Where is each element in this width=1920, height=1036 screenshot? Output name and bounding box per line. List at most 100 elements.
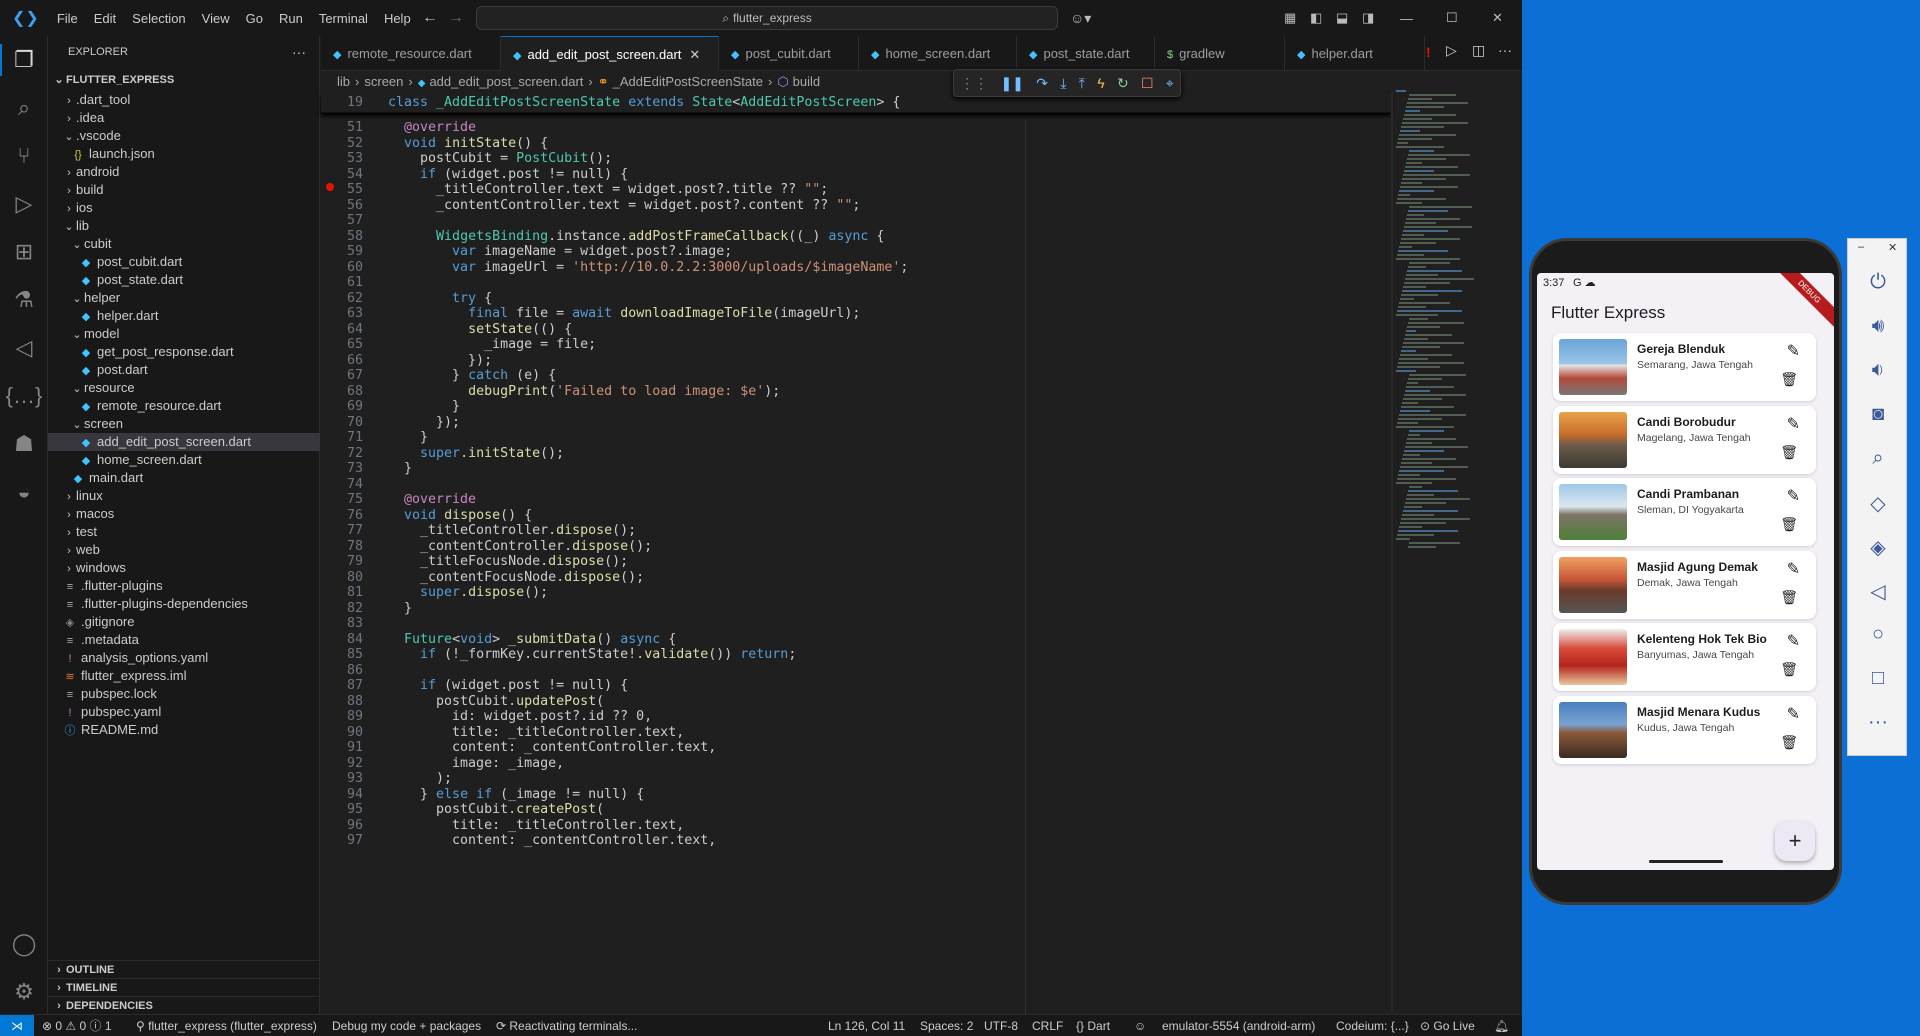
menu-help[interactable]: Help <box>376 11 419 26</box>
post-card[interactable]: Kelenteng Hok Tek Bio Banyumas, Jawa Teng… <box>1553 623 1816 692</box>
tree-item-add-edit-post-screen-dart[interactable]: ◆ add_edit_post_screen.dart <box>48 433 320 451</box>
code-line[interactable]: _contentFocusNode.dispose(); <box>388 570 644 586</box>
code-line[interactable]: }); <box>388 353 492 369</box>
home-gesture-bar[interactable] <box>1649 860 1723 863</box>
extensions-icon[interactable]: ⊞ <box>8 236 40 268</box>
overview-nav-icon[interactable]: □ <box>1848 667 1908 690</box>
eol-status[interactable]: CRLF <box>1032 1015 1063 1036</box>
docker-icon[interactable]: ◒ <box>8 476 40 508</box>
android-icon[interactable]: ☗ <box>8 428 40 460</box>
tree-item-launch-json[interactable]: {} launch.json <box>48 145 320 163</box>
tree-item-model[interactable]: ⌄ model <box>48 325 320 343</box>
code-line[interactable]: _contentController.text = widget.post?.c… <box>388 198 860 214</box>
breadcrumb-item[interactable]: _AddEditPostScreenState <box>613 74 763 89</box>
debug-mode-status[interactable]: Debug my code + packages <box>332 1015 481 1036</box>
explorer-root[interactable]: ⌄ FLUTTER_EXPRESS <box>48 69 320 91</box>
tree-item--vscode[interactable]: ⌄ .vscode <box>48 127 320 145</box>
tree-item--idea[interactable]: › .idea <box>48 109 320 127</box>
step-out-icon[interactable]: ⤒ <box>1079 75 1085 92</box>
back-icon[interactable]: ← <box>422 9 438 27</box>
tree-item-macos[interactable]: › macos <box>48 505 320 523</box>
menu-edit[interactable]: Edit <box>86 11 124 26</box>
restart-icon[interactable]: ↻ <box>1117 75 1129 92</box>
code-line[interactable]: setState(() { <box>388 322 572 338</box>
code-line[interactable]: _titleController.text = widget.post?.tit… <box>388 182 828 198</box>
breadcrumb-item[interactable]: add_edit_post_screen.dart <box>429 74 583 89</box>
menu-go[interactable]: Go <box>238 11 271 26</box>
menu-file[interactable]: File <box>49 11 86 26</box>
code-line[interactable]: try { <box>388 291 492 307</box>
explorer-icon[interactable]: ❐ <box>0 44 40 76</box>
source-control-icon[interactable]: ⑂ <box>8 140 40 172</box>
breadcrumb-item[interactable]: build <box>793 74 820 89</box>
code-line[interactable]: void dispose() { <box>388 508 532 524</box>
pause-icon[interactable]: ❚❚ <box>1000 75 1023 92</box>
code-line[interactable]: super.initState(); <box>388 446 564 462</box>
edit-icon[interactable]: ✎ <box>1787 414 1800 434</box>
code-line[interactable]: content: _contentController.text, <box>388 833 716 849</box>
language-status[interactable]: {} Dart <box>1076 1015 1110 1036</box>
more-options-icon[interactable]: ··· <box>1848 711 1908 734</box>
tree-item-screen[interactable]: ⌄ screen <box>48 415 320 433</box>
code-line[interactable]: } <box>388 601 412 617</box>
code-line[interactable]: WidgetsBinding.instance.addPostFrameCall… <box>388 229 884 245</box>
code-line[interactable]: _image = file; <box>388 337 596 353</box>
tree-item-home-screen-dart[interactable]: ◆ home_screen.dart <box>48 451 320 469</box>
toggle-secondary-sidebar-icon[interactable]: ◨ <box>1362 10 1374 26</box>
problems-status[interactable]: ⊗ 0 ⚠ 0 ⓘ 1 <box>42 1015 112 1036</box>
codeium-status[interactable]: Codeium: {...} <box>1336 1015 1409 1036</box>
code-editor[interactable]: 51 @override 52 void initState() {53 post… <box>321 120 1391 1016</box>
section-dependencies[interactable]: › DEPENDENCIES <box>48 996 320 1014</box>
edit-icon[interactable]: ✎ <box>1787 704 1800 724</box>
menu-terminal[interactable]: Terminal <box>311 11 376 26</box>
testing-icon[interactable]: ⚗ <box>8 284 40 316</box>
maximize-icon[interactable]: ☐ <box>1446 10 1458 26</box>
code-line[interactable]: final file = await downloadImageToFile(i… <box>388 306 860 322</box>
tab-add-edit-post-screen-dart[interactable]: ◆ add_edit_post_screen.dart ✕ <box>501 36 719 71</box>
delete-icon[interactable]: 🗑︎ <box>1780 589 1798 606</box>
edit-icon[interactable]: ✎ <box>1787 559 1800 579</box>
delete-icon[interactable]: 🗑︎ <box>1780 661 1798 678</box>
code-line[interactable]: if (widget.post != null) { <box>388 678 628 694</box>
tree-item-helper[interactable]: ⌄ helper <box>48 289 320 307</box>
hot-reload-icon[interactable]: ϟ <box>1097 75 1104 91</box>
code-line[interactable]: postCubit = PostCubit(); <box>388 151 612 167</box>
remote-icon[interactable]: ⋊ <box>0 1015 34 1036</box>
tree-item-post-cubit-dart[interactable]: ◆ post_cubit.dart <box>48 253 320 271</box>
edit-icon[interactable]: ✎ <box>1787 341 1800 361</box>
code-line[interactable]: var imageName = widget.post?.image; <box>388 244 732 260</box>
camera-icon[interactable]: ◙ <box>1848 403 1908 426</box>
tree-item-cubit[interactable]: ⌄ cubit <box>48 235 320 253</box>
code-line[interactable]: postCubit.updatePost( <box>388 694 604 710</box>
code-line[interactable]: @override <box>388 120 476 136</box>
step-into-icon[interactable]: ⤓ <box>1060 75 1066 92</box>
power-icon[interactable]: ⏻ <box>1848 271 1908 294</box>
emulator-close-icon[interactable]: ✕ <box>1888 241 1897 254</box>
tab-post-state-dart[interactable]: ◆ post_state.dart <box>1017 36 1155 71</box>
flutter-icon[interactable]: ◁ <box>8 332 40 364</box>
tree-item-post-dart[interactable]: ◆ post.dart <box>48 361 320 379</box>
minimap[interactable] <box>1394 90 1484 560</box>
tree-item-lib[interactable]: ⌄ lib <box>48 217 320 235</box>
toggle-primary-sidebar-icon[interactable]: ◧ <box>1310 10 1322 26</box>
settings-gear-icon[interactable]: ⚙ <box>8 976 40 1008</box>
tree-item--metadata[interactable]: ≡ .metadata <box>48 631 320 649</box>
copilot-icon[interactable]: ☺▾ <box>1070 10 1091 27</box>
explorer-more-icon[interactable]: ··· <box>292 44 306 60</box>
emulator-minimize-icon[interactable]: – <box>1858 241 1864 253</box>
tab-gradlew[interactable]: $ gradlew <box>1155 36 1285 71</box>
forward-icon[interactable]: → <box>448 9 464 27</box>
code-line[interactable]: }); <box>388 415 460 431</box>
tab-post-cubit-dart[interactable]: ◆ post_cubit.dart <box>719 36 859 71</box>
code-line[interactable]: debugPrint('Failed to load image: $e'); <box>388 384 780 400</box>
editor-more-icon[interactable]: ··· <box>1498 42 1512 58</box>
tree-item-ios[interactable]: › ios <box>48 199 320 217</box>
emulator-screen[interactable]: 3:37 G ☁ ▾ DEBUG Flutter Express Gereja … <box>1537 273 1834 870</box>
zoom-icon[interactable]: ⌕ <box>1848 447 1908 470</box>
stop-icon[interactable]: ☐ <box>1141 75 1154 92</box>
rotate-left-icon[interactable]: ◇ <box>1848 491 1908 516</box>
json-icon[interactable]: {…} <box>6 380 43 412</box>
volume-up-icon[interactable]: 🔊︎ <box>1848 315 1908 338</box>
post-card[interactable]: Gereja Blenduk Semarang, Jawa Tengah ✎ 🗑︎ <box>1553 333 1816 401</box>
indentation-status[interactable]: Spaces: 2 <box>920 1015 973 1036</box>
